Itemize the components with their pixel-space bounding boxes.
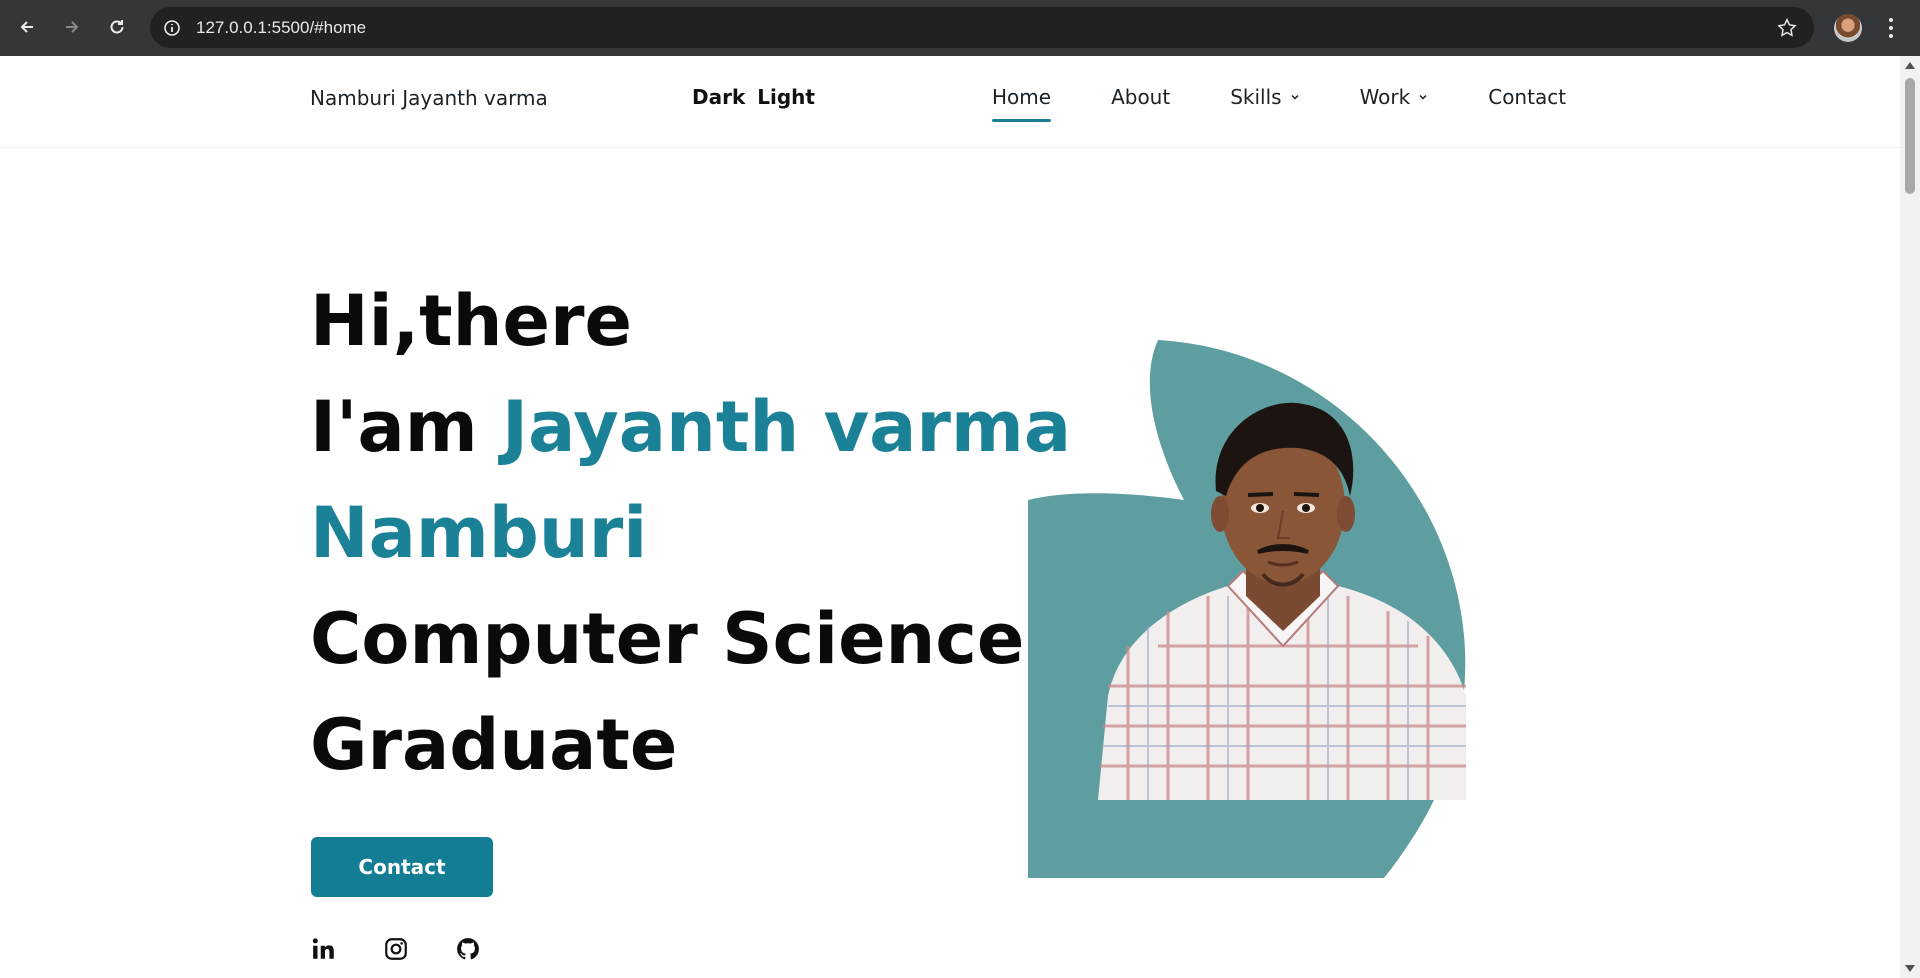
- address-bar[interactable]: 127.0.0.1:5500/#home: [150, 7, 1814, 48]
- scrollbar-thumb[interactable]: [1905, 78, 1915, 194]
- main-nav: Home About Skills Work Contact: [992, 85, 1626, 122]
- nav-item-skills[interactable]: Skills: [1230, 85, 1299, 109]
- hero-intro-line: I'am Jayanth varma: [310, 374, 1071, 480]
- reload-icon: [110, 20, 124, 34]
- hero-greeting: Hi,there: [310, 280, 632, 362]
- hero-name-last: Namburi: [310, 492, 648, 574]
- hero-name-first: Jayanth varma: [502, 386, 1072, 468]
- back-button[interactable]: [12, 12, 42, 42]
- forward-button[interactable]: [57, 12, 87, 42]
- profile-photo: [1098, 402, 1466, 800]
- contact-button[interactable]: Contact: [311, 837, 493, 897]
- scroll-down-icon[interactable]: [1905, 965, 1915, 972]
- info-icon[interactable]: [162, 18, 182, 38]
- instagram-icon[interactable]: [383, 936, 409, 962]
- social-links: [311, 936, 481, 962]
- browser-toolbar: 127.0.0.1:5500/#home: [0, 0, 1920, 56]
- site-header: Namburi Jayanth varma Dark Light Home Ab…: [0, 56, 1900, 148]
- hero-intro-prefix: I'am: [310, 386, 503, 468]
- nav-item-work[interactable]: Work: [1360, 85, 1429, 109]
- theme-dark-button[interactable]: Dark: [692, 85, 745, 109]
- nav-item-label: Work: [1359, 85, 1411, 109]
- linkedin-icon[interactable]: [311, 936, 337, 962]
- nav-item-label: Home: [992, 85, 1052, 109]
- nav-item-home[interactable]: Home: [992, 85, 1052, 122]
- nav-item-label: Contact: [1488, 85, 1567, 109]
- chevron-down-icon: [1291, 94, 1299, 100]
- theme-light-button[interactable]: Light: [757, 85, 815, 109]
- hero-role-line2: Graduate: [310, 704, 678, 786]
- star-icon[interactable]: [1776, 17, 1798, 39]
- theme-switcher: Dark Light: [692, 85, 815, 109]
- nav-item-label: Skills: [1230, 85, 1282, 109]
- chevron-down-icon: [1419, 94, 1427, 100]
- reload-button[interactable]: [102, 12, 132, 42]
- arrow-left-icon: [20, 21, 33, 33]
- site-logo[interactable]: Namburi Jayanth varma: [310, 86, 548, 110]
- nav-item-label: About: [1111, 85, 1171, 109]
- nav-item-contact[interactable]: Contact: [1488, 85, 1566, 109]
- url-text[interactable]: 127.0.0.1:5500/#home: [196, 7, 366, 48]
- page-scrollbar[interactable]: [1900, 56, 1920, 978]
- arrow-right-icon: [66, 21, 79, 33]
- hero-role-line1: Computer Science: [310, 598, 1025, 680]
- hero-heading: Hi,there I'am Jayanth varma Namburi Comp…: [310, 268, 1071, 798]
- github-icon[interactable]: [455, 936, 481, 962]
- profile-avatar[interactable]: [1834, 14, 1862, 42]
- scroll-up-icon[interactable]: [1905, 62, 1915, 69]
- page-viewport: Namburi Jayanth varma Dark Light Home Ab…: [0, 56, 1900, 978]
- nav-item-about[interactable]: About: [1111, 85, 1170, 109]
- kebab-menu-icon[interactable]: [1886, 14, 1896, 42]
